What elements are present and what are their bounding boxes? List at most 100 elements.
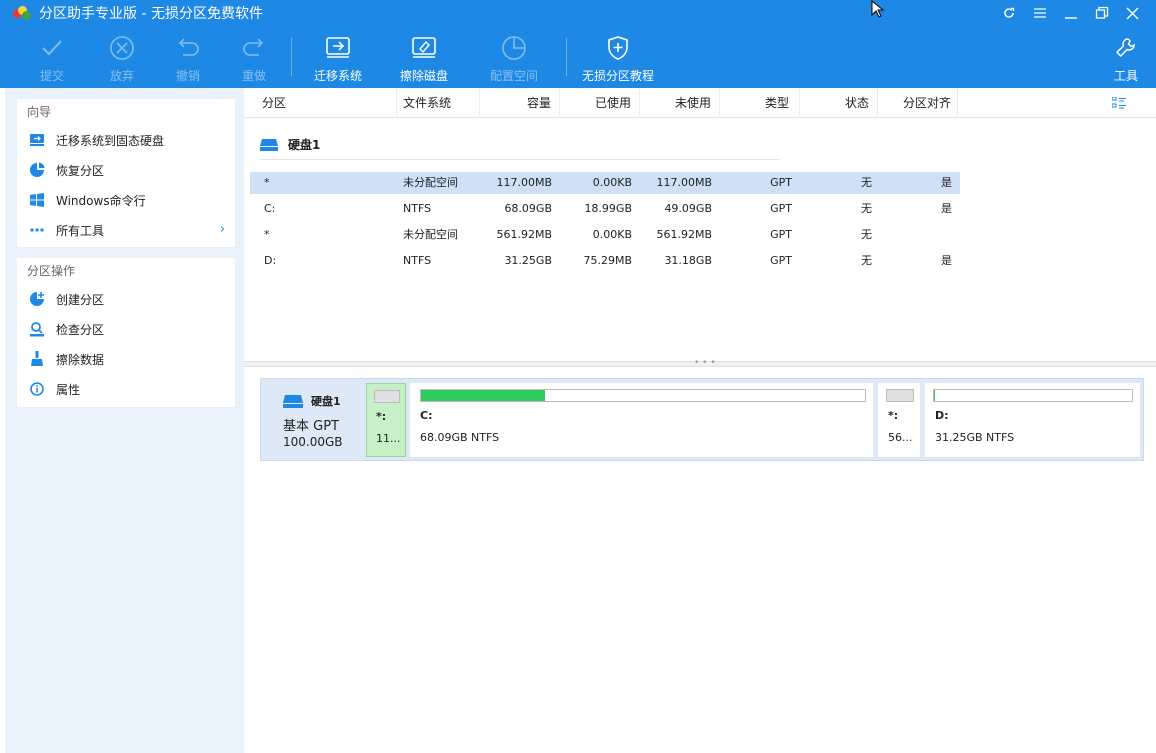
partition-usage-bar xyxy=(420,389,866,402)
allocate-label: 配置空间 xyxy=(489,69,538,83)
header-partition[interactable]: 分区 xyxy=(244,88,397,118)
redo-button[interactable]: 重做 xyxy=(238,26,270,88)
cell-used: 75.29MB xyxy=(583,254,632,267)
restore-icon[interactable] xyxy=(1086,0,1117,26)
wipe-label: 擦除磁盘 xyxy=(399,69,448,83)
cell-unused: 117.00MB xyxy=(656,176,712,189)
cell-used: 0.00KB xyxy=(592,176,632,189)
table-row[interactable]: D: NTFS 31.25GB 75.29MB 31.18GB GPT 无 是 xyxy=(250,250,960,272)
disk-map-kind: 基本 GPT xyxy=(283,419,339,434)
tutorial-label: 无损分区教程 xyxy=(581,69,654,83)
cell-used: 0.00KB xyxy=(592,228,632,241)
partition-block[interactable]: D: 31.25GB NTFS xyxy=(925,383,1140,457)
cell-status: 无 xyxy=(861,228,872,241)
table-row[interactable]: * 未分配空间 561.92MB 0.00KB 561.92MB GPT 无 xyxy=(250,224,960,246)
table-row[interactable]: C: NTFS 68.09GB 18.99GB 49.09GB GPT 无 是 xyxy=(250,198,960,220)
cell-filesystem: 未分配空间 xyxy=(403,228,458,241)
sidebar-item-all-tools[interactable]: 所有工具 › xyxy=(17,215,235,245)
cell-type: GPT xyxy=(770,176,792,189)
partition-name: D: xyxy=(935,409,949,422)
header-filesystem[interactable]: 文件系统 xyxy=(397,88,480,118)
header-status[interactable]: 状态 xyxy=(800,88,878,118)
cell-unused: 561.92MB xyxy=(656,228,712,241)
window-title: 分区助手专业版 - 无损分区免费软件 xyxy=(39,6,263,22)
check-partition-icon xyxy=(29,321,45,337)
chevron-right-icon: › xyxy=(219,222,225,237)
discard-button[interactable]: 放弃 xyxy=(106,26,138,88)
drag-handle-icon: • • • xyxy=(694,358,716,368)
sidebar-item-check-partition[interactable]: 检查分区 xyxy=(17,314,235,344)
header-aligned[interactable]: 分区对齐 xyxy=(878,88,958,118)
column-settings-icon[interactable] xyxy=(1111,96,1126,109)
cell-aligned: 是 xyxy=(941,176,952,189)
operations-panel: 分区操作 创建分区 检查分区 擦除数据 属性 xyxy=(17,258,235,407)
mouse-cursor-icon xyxy=(871,0,885,21)
menu-icon[interactable] xyxy=(1024,0,1055,26)
partition-block[interactable]: C: 68.09GB NTFS xyxy=(410,383,873,457)
partition-name: *: xyxy=(888,409,899,422)
partition-info: 11... xyxy=(376,432,401,445)
header-capacity[interactable]: 容量 xyxy=(480,88,560,118)
cell-aligned xyxy=(880,224,952,246)
sidebar-item-wipe-data[interactable]: 擦除数据 xyxy=(17,344,235,374)
wipe-data-icon xyxy=(29,351,45,367)
table-row[interactable]: * 未分配空间 117.00MB 0.00KB 117.00MB GPT 无 是 xyxy=(250,172,960,194)
pane-splitter[interactable]: • • • xyxy=(244,358,1156,368)
header-unused[interactable]: 未使用 xyxy=(640,88,720,118)
partition-name: C: xyxy=(420,409,433,422)
cell-unused: 31.18GB xyxy=(664,254,712,267)
commit-label: 提交 xyxy=(39,69,64,83)
sidebar-item-properties[interactable]: 属性 xyxy=(17,374,235,404)
disk-map-name: 硬盘1 xyxy=(311,395,341,408)
disk-map-title: 硬盘1 xyxy=(283,393,341,409)
partition-bar xyxy=(886,389,914,402)
tutorial-button[interactable]: 无损分区教程 xyxy=(580,26,656,88)
cell-capacity: 31.25GB xyxy=(504,254,552,267)
sidebar-item-windows-cmd[interactable]: Windows命令行 xyxy=(17,185,235,215)
cell-aligned: 是 xyxy=(941,202,952,215)
sidebar-item-create-partition[interactable]: 创建分区 xyxy=(17,284,235,314)
tools-button[interactable]: 工具 xyxy=(1110,26,1142,88)
commit-button[interactable]: 提交 xyxy=(36,26,68,88)
migrate-disk-icon xyxy=(324,34,352,62)
cell-partition: * xyxy=(264,228,270,241)
header-used[interactable]: 已使用 xyxy=(560,88,640,118)
cancel-circle-icon xyxy=(108,34,136,62)
header-type[interactable]: 类型 xyxy=(720,88,800,118)
toolbar-separator xyxy=(291,38,292,76)
partition-info: 56... xyxy=(888,431,913,444)
usage-fill xyxy=(421,390,545,401)
refresh-icon[interactable] xyxy=(993,0,1024,26)
disk-group-header[interactable]: 硬盘1 xyxy=(260,134,320,154)
sidebar-item-migrate-ssd[interactable]: 迁移系统到固态硬盘 xyxy=(17,125,235,155)
undo-icon xyxy=(174,34,202,62)
partition-info: 68.09GB NTFS xyxy=(420,431,500,444)
toolbar: 提交 放弃 撤销 重做 迁移系统 擦除磁盘 配置空间 无损分区教程 工具 xyxy=(0,26,1156,88)
cell-type: GPT xyxy=(770,228,792,241)
partition-bar xyxy=(374,390,400,403)
cell-filesystem: 未分配空间 xyxy=(403,176,458,189)
migrate-label: 迁移系统 xyxy=(313,69,362,83)
tools-label: 工具 xyxy=(1113,69,1138,83)
cell-unused: 49.09GB xyxy=(664,202,712,215)
disk-map-disk[interactable]: 硬盘1 基本 GPT 100.00GB xyxy=(267,385,362,455)
migrate-system-button[interactable]: 迁移系统 xyxy=(312,26,364,88)
minimize-icon[interactable] xyxy=(1055,0,1086,26)
main-panel: 分区 文件系统 容量 已使用 未使用 类型 状态 分区对齐 硬盘1 * 未分配空… xyxy=(244,88,1156,753)
cell-status: 无 xyxy=(861,176,872,189)
allocate-space-button[interactable]: 配置空间 xyxy=(488,26,540,88)
redo-icon xyxy=(240,34,268,62)
app-logo-icon xyxy=(13,6,31,20)
partition-block[interactable]: *: 56... xyxy=(878,383,920,457)
migrate-ssd-icon xyxy=(29,132,45,148)
undo-button[interactable]: 撤销 xyxy=(172,26,204,88)
wipe-disk-button[interactable]: 擦除磁盘 xyxy=(398,26,450,88)
sidebar-item-recover-partition[interactable]: 恢复分区 xyxy=(17,155,235,185)
toolbar-separator xyxy=(566,38,567,76)
partition-block[interactable]: *: 11... xyxy=(366,383,406,457)
cell-aligned: 是 xyxy=(941,254,952,267)
close-icon[interactable] xyxy=(1117,0,1148,26)
cell-type: GPT xyxy=(770,254,792,267)
disk-map: 硬盘1 基本 GPT 100.00GB *: 11... C: 68.09GB … xyxy=(260,378,1144,461)
discard-label: 放弃 xyxy=(109,69,134,83)
